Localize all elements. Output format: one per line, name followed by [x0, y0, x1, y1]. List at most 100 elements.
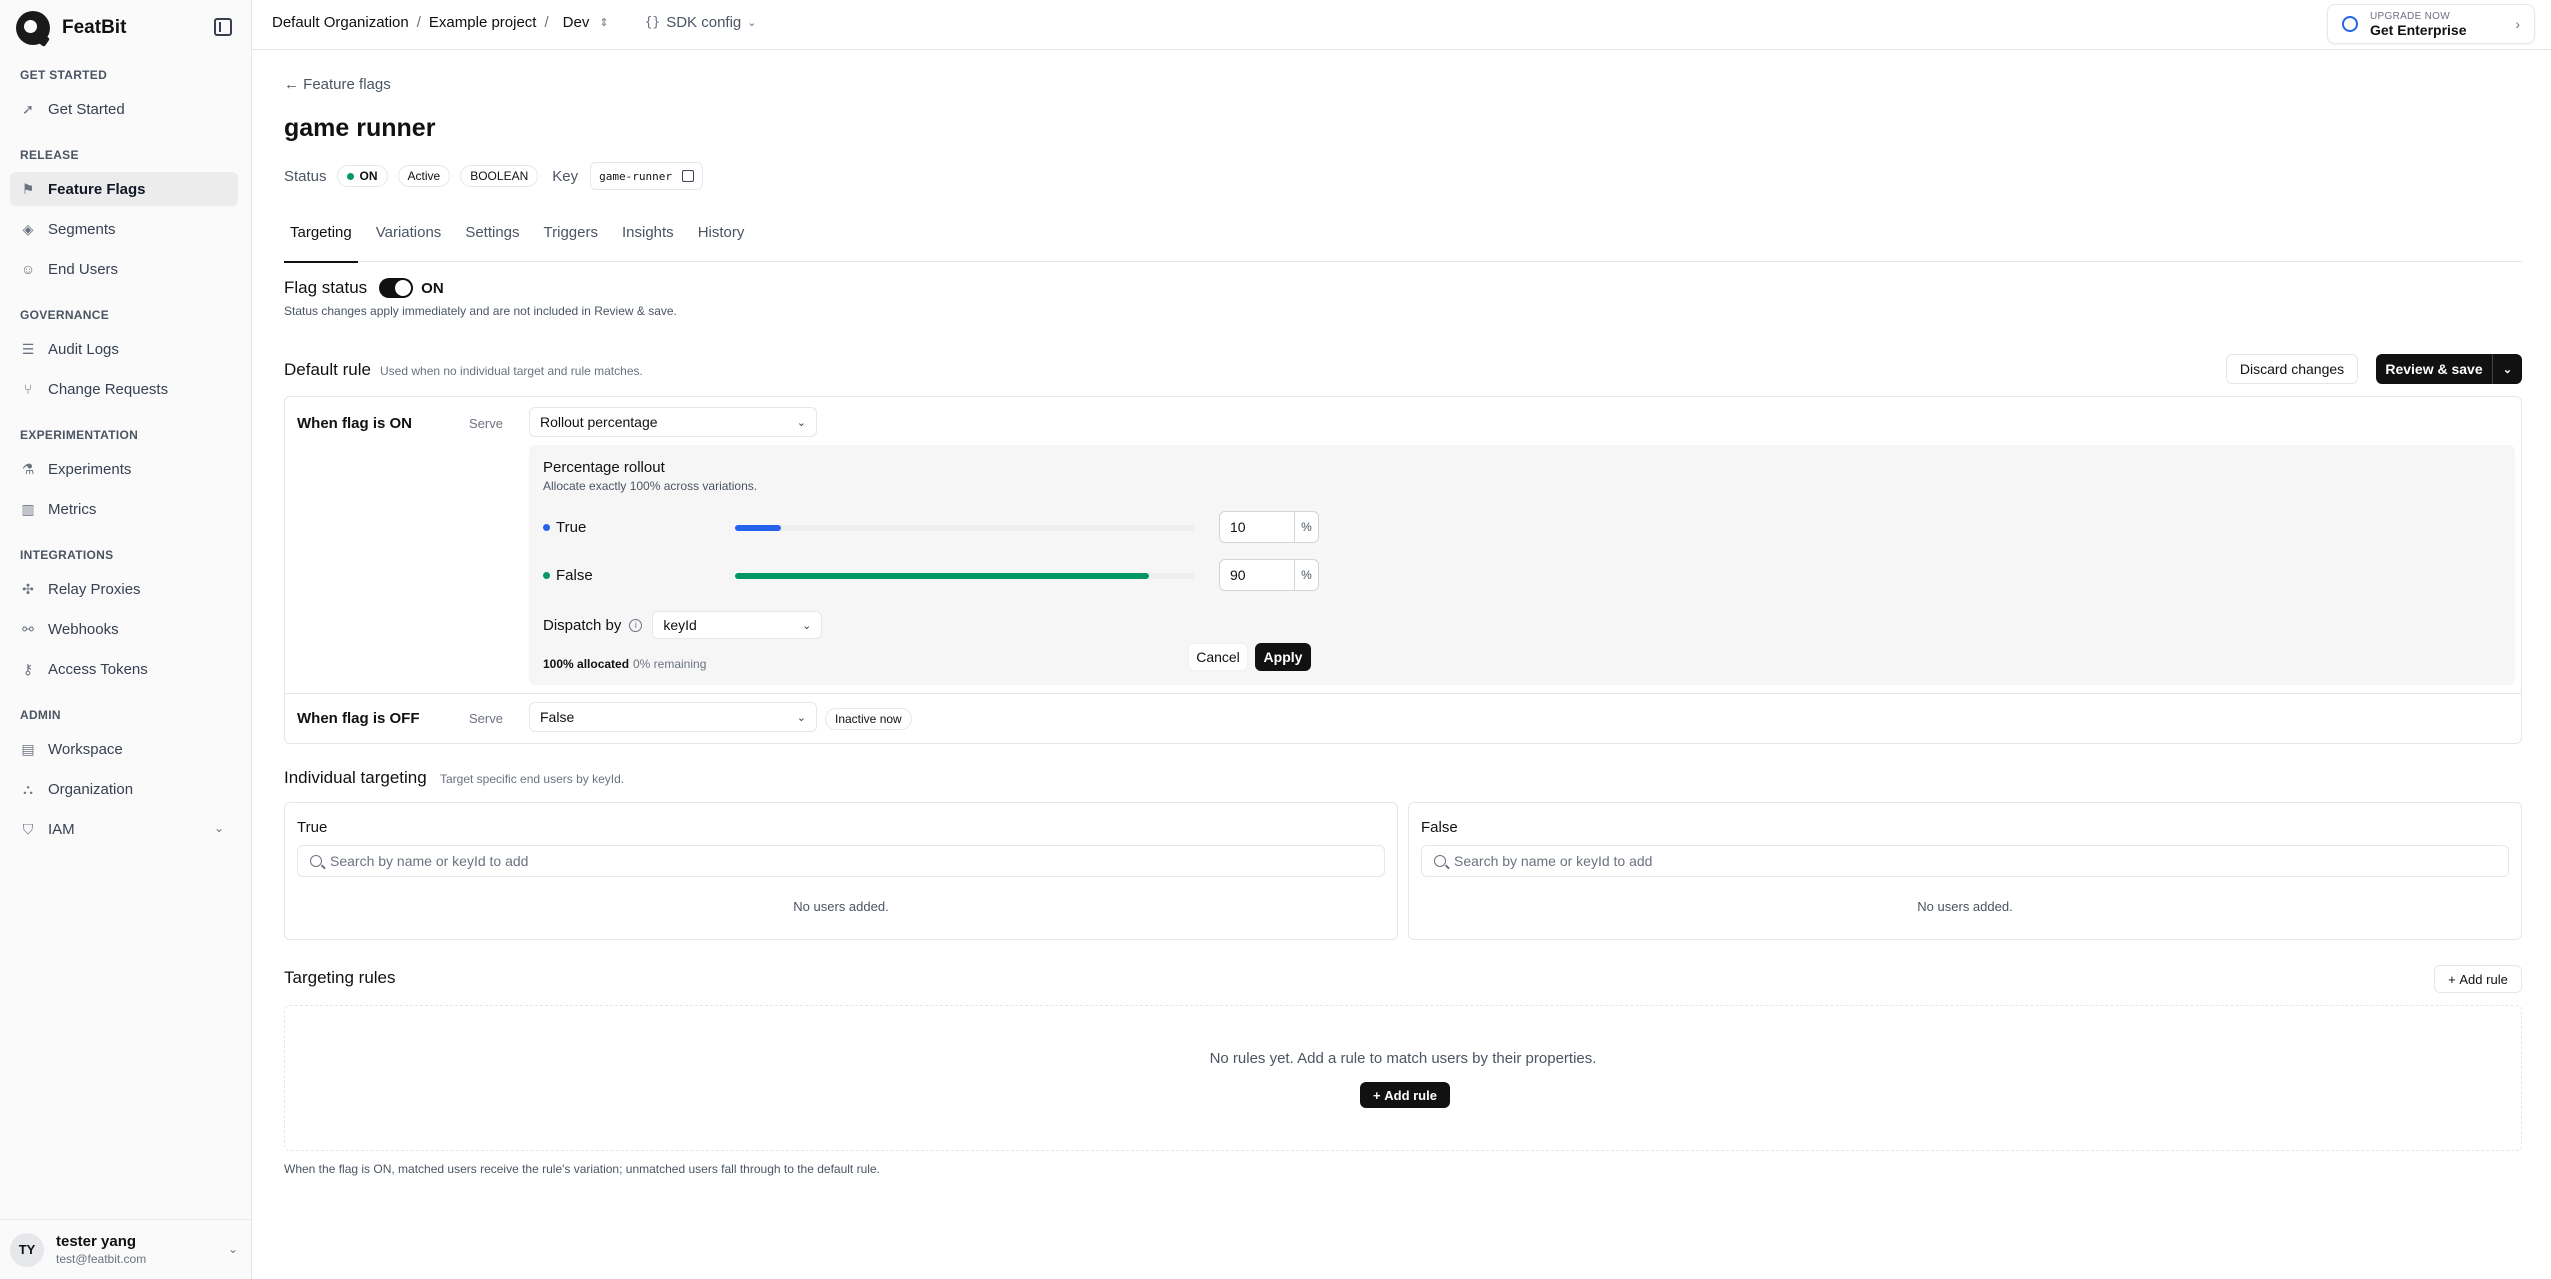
inactive-badge: Inactive now: [825, 708, 912, 730]
sidebar-item-label: Segments: [48, 220, 116, 238]
sidebar-item-webhooks[interactable]: ⚯ Webhooks: [10, 612, 238, 646]
tab-history[interactable]: History: [698, 222, 745, 262]
search-input[interactable]: Search by name or keyId to add: [1421, 845, 2509, 877]
section-label-admin: ADMIN: [20, 708, 61, 722]
sidebar-item-relay-proxies[interactable]: ✣ Relay Proxies: [10, 572, 238, 606]
flag-meta: Status ON Active BOOLEAN Key game-runner: [284, 162, 703, 190]
tab-targeting[interactable]: Targeting: [284, 222, 358, 263]
flag-status-toggle[interactable]: [379, 278, 414, 298]
sidebar-item-access-tokens[interactable]: ⚷ Access Tokens: [10, 652, 238, 686]
serve-off-value: False: [540, 709, 575, 725]
search-icon: [310, 855, 322, 867]
back-link[interactable]: ← Feature flags: [284, 76, 391, 93]
dispatch-by: Dispatch by i keyId ⌄: [543, 611, 823, 639]
sidebar-item-iam[interactable]: ⛉ IAM ⌄: [10, 812, 238, 846]
main-content: ← Feature flags game runner Status ON Ac…: [252, 50, 2551, 1279]
search-input[interactable]: Search by name or keyId to add: [297, 845, 1385, 877]
search-icon: [1434, 855, 1446, 867]
sidebar-item-experiments[interactable]: ⚗ Experiments: [10, 452, 238, 486]
user-menu[interactable]: TY tester yang test@featbit.com ⌄: [0, 1219, 252, 1279]
sidebar-item-feature-flags[interactable]: ⚑ Feature Flags: [10, 172, 238, 206]
rollout-slider[interactable]: [735, 525, 1195, 531]
target-card-title: False: [1421, 819, 1458, 836]
sidebar-item-label: Access Tokens: [48, 660, 148, 678]
chevrons-up-down-icon[interactable]: ⇕: [599, 16, 608, 29]
add-rule-label: Add rule: [2459, 971, 2508, 987]
add-rule-primary-button[interactable]: + Add rule: [1360, 1082, 1450, 1108]
tab-settings[interactable]: Settings: [465, 222, 519, 262]
chevron-down-icon: ⌄: [796, 417, 806, 429]
target-card-false: False Search by name or keyId to add No …: [1408, 802, 2522, 940]
plus-icon: +: [1373, 1087, 1385, 1103]
remaining-text: 0% remaining: [633, 657, 707, 671]
targeting-rules-title: Targeting rules: [284, 968, 396, 987]
sidebar-item-label: Webhooks: [48, 620, 119, 638]
section-label-release: RELEASE: [20, 148, 79, 162]
variation-label: True: [556, 519, 587, 536]
sidebar-toggle-icon[interactable]: [214, 18, 232, 36]
tabs: Targeting Variations Settings Triggers I…: [284, 222, 2522, 263]
sidebar-item-audit-logs[interactable]: ☰ Audit Logs: [10, 332, 238, 366]
sidebar-item-label: Change Requests: [48, 380, 169, 398]
active-badge: Active: [397, 165, 451, 187]
default-rule-subtitle: Used when no individual target and rule …: [380, 364, 643, 378]
rules-empty-state: No rules yet. Add a rule to match users …: [284, 1005, 2522, 1151]
rules-empty-text: No rules yet. Add a rule to match users …: [1209, 1050, 1597, 1067]
search-placeholder: Search by name or keyId to add: [1454, 853, 1653, 869]
individual-targeting-subtitle: Target specific end users by keyId.: [440, 772, 625, 786]
sidebar-item-label: Audit Logs: [48, 340, 119, 358]
rollout-subtitle: Allocate exactly 100% across variations.: [543, 479, 758, 493]
sidebar-item-segments[interactable]: ◈ Segments: [10, 212, 238, 246]
key-label: Key: [552, 167, 579, 185]
status-badge: ON: [336, 165, 388, 187]
variation-color-dot-icon: [543, 572, 550, 579]
tab-variations[interactable]: Variations: [376, 222, 442, 262]
page-title: game runner: [284, 114, 436, 142]
sidebar-item-workspace[interactable]: ▤ Workspace: [10, 732, 238, 766]
target-card-title: True: [297, 819, 328, 836]
percent-input[interactable]: 10: [1219, 511, 1295, 543]
sidebar-item-metrics[interactable]: ▥ Metrics: [10, 492, 238, 526]
serve-off-select[interactable]: False ⌄: [529, 702, 817, 732]
sidebar-item-organization[interactable]: ⛬ Organization: [10, 772, 238, 806]
users-icon: ☺: [20, 261, 36, 277]
percent-suffix: %: [1295, 559, 1319, 591]
dispatch-select[interactable]: keyId ⌄: [652, 611, 823, 639]
serve-on-select[interactable]: Rollout percentage ⌄: [529, 407, 817, 437]
percent-input[interactable]: 90: [1219, 559, 1295, 591]
environment-selector[interactable]: Dev: [563, 14, 590, 31]
individual-targeting-title: Individual targeting: [284, 768, 427, 787]
copy-icon[interactable]: [681, 170, 694, 182]
sdk-config-button[interactable]: {} SDK config ⌄: [645, 14, 757, 31]
upgrade-button[interactable]: UPGRADE NOW Get Enterprise ›: [2327, 4, 2535, 44]
tab-triggers[interactable]: Triggers: [544, 222, 598, 262]
brand[interactable]: FeatBit: [16, 11, 126, 45]
user-name: tester yang: [56, 1233, 137, 1250]
breadcrumb-project[interactable]: Example project: [429, 14, 537, 31]
chevron-right-icon: ›: [2515, 16, 2520, 32]
allocated-text: 100% allocated: [543, 657, 630, 671]
review-options-chevron-down-icon[interactable]: ⌄: [2492, 354, 2522, 384]
sidebar-item-end-users[interactable]: ☺ End Users: [10, 252, 238, 286]
rollout-title: Percentage rollout: [543, 459, 665, 476]
tab-insights[interactable]: Insights: [622, 222, 674, 262]
cancel-button[interactable]: Cancel: [1188, 643, 1248, 671]
rollout-slider[interactable]: [735, 573, 1195, 579]
topbar: Default Organization / Example project /…: [252, 0, 2551, 50]
sidebar-item-change-requests[interactable]: ⑂ Change Requests: [10, 372, 238, 406]
when-on-label: When flag is ON: [297, 415, 413, 432]
add-rule-button[interactable]: + Add rule: [2434, 965, 2522, 993]
sidebar-item-label: End Users: [48, 260, 119, 278]
breadcrumb-organization[interactable]: Default Organization: [272, 14, 409, 31]
section-label-experimentation: EXPERIMENTATION: [20, 428, 139, 442]
sidebar-item-label: Feature Flags: [48, 180, 146, 198]
sidebar-item-get-started[interactable]: ➚ Get Started: [10, 92, 238, 126]
workspace-icon: ▤: [21, 741, 35, 757]
review-save-button[interactable]: Review & save: [2376, 354, 2492, 384]
flag-status-note: Status changes apply immediately and are…: [284, 304, 677, 318]
apply-button[interactable]: Apply: [1255, 643, 1311, 671]
section-label-integrations: INTEGRATIONS: [20, 548, 114, 562]
breadcrumb-separator: /: [416, 14, 421, 31]
info-icon[interactable]: i: [629, 618, 643, 632]
discard-changes-button[interactable]: Discard changes: [2226, 354, 2358, 384]
